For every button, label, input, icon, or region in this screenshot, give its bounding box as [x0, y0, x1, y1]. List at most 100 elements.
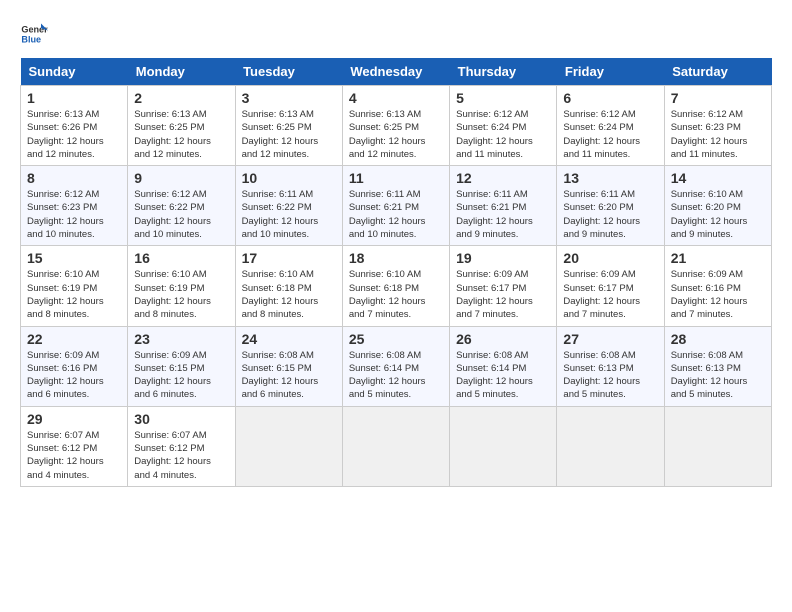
day-number: 12 — [456, 170, 550, 186]
day-info: Sunrise: 6:13 AM Sunset: 6:26 PM Dayligh… — [27, 108, 121, 161]
day-cell-1: 1 Sunrise: 6:13 AM Sunset: 6:26 PM Dayli… — [21, 86, 128, 166]
day-cell-7: 7 Sunrise: 6:12 AM Sunset: 6:23 PM Dayli… — [664, 86, 771, 166]
week-row-3: 15 Sunrise: 6:10 AM Sunset: 6:19 PM Dayl… — [21, 246, 772, 326]
day-info: Sunrise: 6:12 AM Sunset: 6:24 PM Dayligh… — [456, 108, 550, 161]
day-info: Sunrise: 6:12 AM Sunset: 6:24 PM Dayligh… — [563, 108, 657, 161]
day-cell-24: 24 Sunrise: 6:08 AM Sunset: 6:15 PM Dayl… — [235, 326, 342, 406]
day-info: Sunrise: 6:07 AM Sunset: 6:12 PM Dayligh… — [134, 429, 228, 482]
day-cell-9: 9 Sunrise: 6:12 AM Sunset: 6:22 PM Dayli… — [128, 166, 235, 246]
day-info: Sunrise: 6:08 AM Sunset: 6:14 PM Dayligh… — [456, 349, 550, 402]
day-number: 14 — [671, 170, 765, 186]
empty-cell — [557, 406, 664, 486]
calendar-table: SundayMondayTuesdayWednesdayThursdayFrid… — [20, 58, 772, 487]
day-info: Sunrise: 6:12 AM Sunset: 6:22 PM Dayligh… — [134, 188, 228, 241]
day-number: 4 — [349, 90, 443, 106]
col-header-saturday: Saturday — [664, 58, 771, 86]
col-header-monday: Monday — [128, 58, 235, 86]
header: General Blue — [20, 20, 772, 48]
empty-cell — [664, 406, 771, 486]
day-cell-29: 29 Sunrise: 6:07 AM Sunset: 6:12 PM Dayl… — [21, 406, 128, 486]
day-number: 19 — [456, 250, 550, 266]
day-number: 10 — [242, 170, 336, 186]
day-info: Sunrise: 6:08 AM Sunset: 6:13 PM Dayligh… — [563, 349, 657, 402]
day-number: 5 — [456, 90, 550, 106]
day-info: Sunrise: 6:09 AM Sunset: 6:16 PM Dayligh… — [27, 349, 121, 402]
day-cell-4: 4 Sunrise: 6:13 AM Sunset: 6:25 PM Dayli… — [342, 86, 449, 166]
col-header-sunday: Sunday — [21, 58, 128, 86]
col-header-wednesday: Wednesday — [342, 58, 449, 86]
empty-cell — [450, 406, 557, 486]
week-row-1: 1 Sunrise: 6:13 AM Sunset: 6:26 PM Dayli… — [21, 86, 772, 166]
day-info: Sunrise: 6:09 AM Sunset: 6:17 PM Dayligh… — [563, 268, 657, 321]
day-info: Sunrise: 6:11 AM Sunset: 6:22 PM Dayligh… — [242, 188, 336, 241]
day-info: Sunrise: 6:10 AM Sunset: 6:19 PM Dayligh… — [134, 268, 228, 321]
day-number: 21 — [671, 250, 765, 266]
day-info: Sunrise: 6:09 AM Sunset: 6:15 PM Dayligh… — [134, 349, 228, 402]
day-number: 7 — [671, 90, 765, 106]
day-cell-5: 5 Sunrise: 6:12 AM Sunset: 6:24 PM Dayli… — [450, 86, 557, 166]
day-number: 9 — [134, 170, 228, 186]
day-info: Sunrise: 6:13 AM Sunset: 6:25 PM Dayligh… — [349, 108, 443, 161]
day-info: Sunrise: 6:10 AM Sunset: 6:18 PM Dayligh… — [242, 268, 336, 321]
day-cell-30: 30 Sunrise: 6:07 AM Sunset: 6:12 PM Dayl… — [128, 406, 235, 486]
day-number: 26 — [456, 331, 550, 347]
day-number: 27 — [563, 331, 657, 347]
day-info: Sunrise: 6:11 AM Sunset: 6:21 PM Dayligh… — [349, 188, 443, 241]
day-cell-28: 28 Sunrise: 6:08 AM Sunset: 6:13 PM Dayl… — [664, 326, 771, 406]
day-cell-16: 16 Sunrise: 6:10 AM Sunset: 6:19 PM Dayl… — [128, 246, 235, 326]
day-cell-2: 2 Sunrise: 6:13 AM Sunset: 6:25 PM Dayli… — [128, 86, 235, 166]
empty-cell — [235, 406, 342, 486]
day-cell-19: 19 Sunrise: 6:09 AM Sunset: 6:17 PM Dayl… — [450, 246, 557, 326]
day-number: 11 — [349, 170, 443, 186]
svg-text:Blue: Blue — [21, 34, 41, 44]
day-info: Sunrise: 6:08 AM Sunset: 6:15 PM Dayligh… — [242, 349, 336, 402]
day-number: 1 — [27, 90, 121, 106]
day-info: Sunrise: 6:09 AM Sunset: 6:16 PM Dayligh… — [671, 268, 765, 321]
day-info: Sunrise: 6:10 AM Sunset: 6:18 PM Dayligh… — [349, 268, 443, 321]
day-number: 20 — [563, 250, 657, 266]
col-header-tuesday: Tuesday — [235, 58, 342, 86]
day-info: Sunrise: 6:10 AM Sunset: 6:19 PM Dayligh… — [27, 268, 121, 321]
day-cell-6: 6 Sunrise: 6:12 AM Sunset: 6:24 PM Dayli… — [557, 86, 664, 166]
week-row-4: 22 Sunrise: 6:09 AM Sunset: 6:16 PM Dayl… — [21, 326, 772, 406]
day-cell-8: 8 Sunrise: 6:12 AM Sunset: 6:23 PM Dayli… — [21, 166, 128, 246]
day-cell-11: 11 Sunrise: 6:11 AM Sunset: 6:21 PM Dayl… — [342, 166, 449, 246]
day-cell-21: 21 Sunrise: 6:09 AM Sunset: 6:16 PM Dayl… — [664, 246, 771, 326]
day-cell-3: 3 Sunrise: 6:13 AM Sunset: 6:25 PM Dayli… — [235, 86, 342, 166]
day-cell-14: 14 Sunrise: 6:10 AM Sunset: 6:20 PM Dayl… — [664, 166, 771, 246]
day-number: 24 — [242, 331, 336, 347]
day-cell-18: 18 Sunrise: 6:10 AM Sunset: 6:18 PM Dayl… — [342, 246, 449, 326]
day-info: Sunrise: 6:13 AM Sunset: 6:25 PM Dayligh… — [242, 108, 336, 161]
day-cell-27: 27 Sunrise: 6:08 AM Sunset: 6:13 PM Dayl… — [557, 326, 664, 406]
day-cell-23: 23 Sunrise: 6:09 AM Sunset: 6:15 PM Dayl… — [128, 326, 235, 406]
day-number: 15 — [27, 250, 121, 266]
day-info: Sunrise: 6:09 AM Sunset: 6:17 PM Dayligh… — [456, 268, 550, 321]
day-number: 28 — [671, 331, 765, 347]
day-info: Sunrise: 6:10 AM Sunset: 6:20 PM Dayligh… — [671, 188, 765, 241]
day-cell-10: 10 Sunrise: 6:11 AM Sunset: 6:22 PM Dayl… — [235, 166, 342, 246]
day-cell-25: 25 Sunrise: 6:08 AM Sunset: 6:14 PM Dayl… — [342, 326, 449, 406]
day-number: 16 — [134, 250, 228, 266]
day-info: Sunrise: 6:07 AM Sunset: 6:12 PM Dayligh… — [27, 429, 121, 482]
day-info: Sunrise: 6:08 AM Sunset: 6:14 PM Dayligh… — [349, 349, 443, 402]
day-number: 25 — [349, 331, 443, 347]
day-number: 17 — [242, 250, 336, 266]
header-row: SundayMondayTuesdayWednesdayThursdayFrid… — [21, 58, 772, 86]
day-number: 8 — [27, 170, 121, 186]
day-number: 6 — [563, 90, 657, 106]
day-number: 18 — [349, 250, 443, 266]
day-cell-20: 20 Sunrise: 6:09 AM Sunset: 6:17 PM Dayl… — [557, 246, 664, 326]
logo-icon: General Blue — [20, 20, 48, 48]
week-row-5: 29 Sunrise: 6:07 AM Sunset: 6:12 PM Dayl… — [21, 406, 772, 486]
col-header-friday: Friday — [557, 58, 664, 86]
day-number: 13 — [563, 170, 657, 186]
svg-text:General: General — [21, 25, 48, 35]
day-number: 29 — [27, 411, 121, 427]
week-row-2: 8 Sunrise: 6:12 AM Sunset: 6:23 PM Dayli… — [21, 166, 772, 246]
col-header-thursday: Thursday — [450, 58, 557, 86]
day-cell-26: 26 Sunrise: 6:08 AM Sunset: 6:14 PM Dayl… — [450, 326, 557, 406]
day-cell-12: 12 Sunrise: 6:11 AM Sunset: 6:21 PM Dayl… — [450, 166, 557, 246]
day-number: 22 — [27, 331, 121, 347]
day-info: Sunrise: 6:11 AM Sunset: 6:21 PM Dayligh… — [456, 188, 550, 241]
empty-cell — [342, 406, 449, 486]
